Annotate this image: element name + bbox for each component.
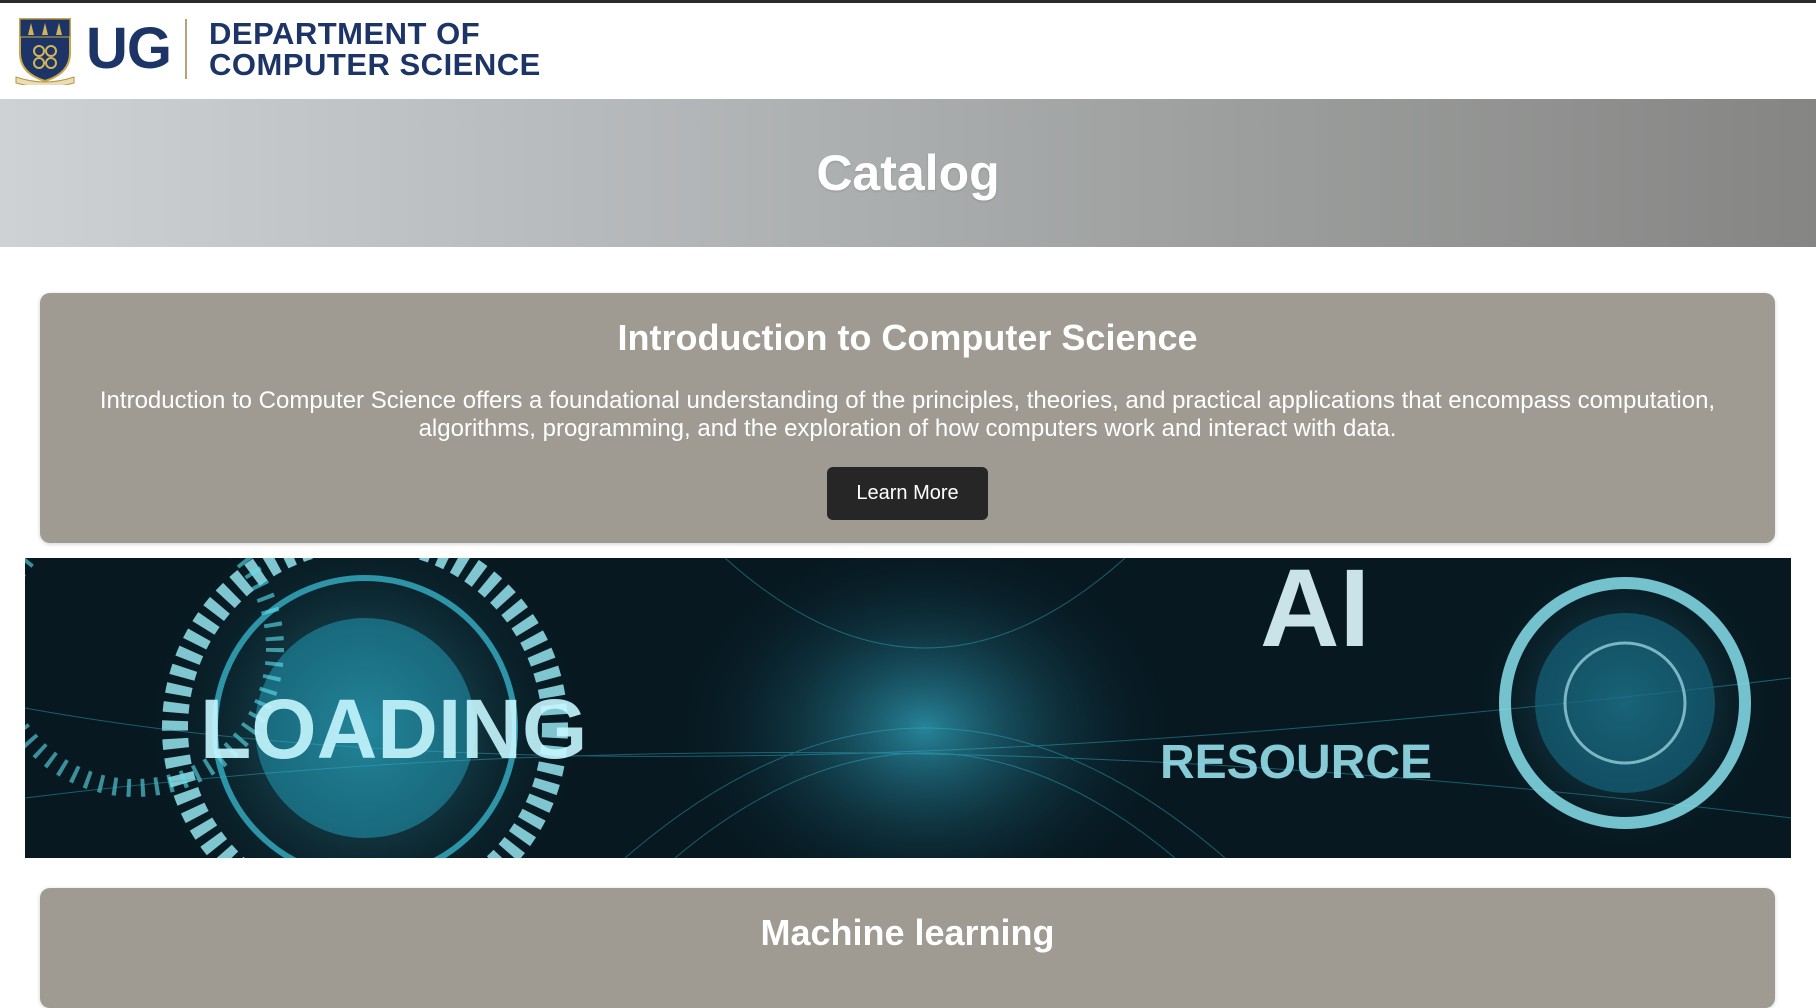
logo-line-1: DEPARTMENT OF	[209, 16, 481, 51]
image-text-loading: LOADING	[200, 682, 587, 776]
image-text-ai: AI	[1260, 558, 1370, 670]
logo-department-name: DEPARTMENT OF COMPUTER SCIENCE	[209, 18, 541, 80]
logo-ug-text: UG	[86, 16, 172, 81]
ai-illustration: LOADING AI RESOURCE	[25, 558, 1791, 858]
learn-more-button[interactable]: Learn More	[827, 467, 988, 520]
course-description: Introduction to Computer Science offers …	[99, 387, 1716, 442]
image-text-resource: RESOURCE	[1160, 736, 1432, 789]
ai-feature-image: LOADING AI RESOURCE	[25, 558, 1791, 858]
university-crest-icon	[15, 18, 75, 85]
course-title: Introduction to Computer Science	[617, 317, 1198, 358]
site-header: UG DEPARTMENT OF COMPUTER SCIENCE	[0, 3, 1816, 99]
department-logo[interactable]: UG DEPARTMENT OF COMPUTER SCIENCE	[14, 13, 541, 85]
course-card: Introduction to Computer Science Introdu…	[40, 293, 1775, 543]
course-title: Machine learning	[760, 912, 1055, 953]
page-title: Catalog	[816, 145, 1000, 201]
logo-divider	[185, 19, 187, 79]
logo-line-2: COMPUTER SCIENCE	[209, 47, 541, 82]
catalog-banner: Catalog	[0, 99, 1816, 247]
course-card: Machine learning	[40, 888, 1775, 1008]
